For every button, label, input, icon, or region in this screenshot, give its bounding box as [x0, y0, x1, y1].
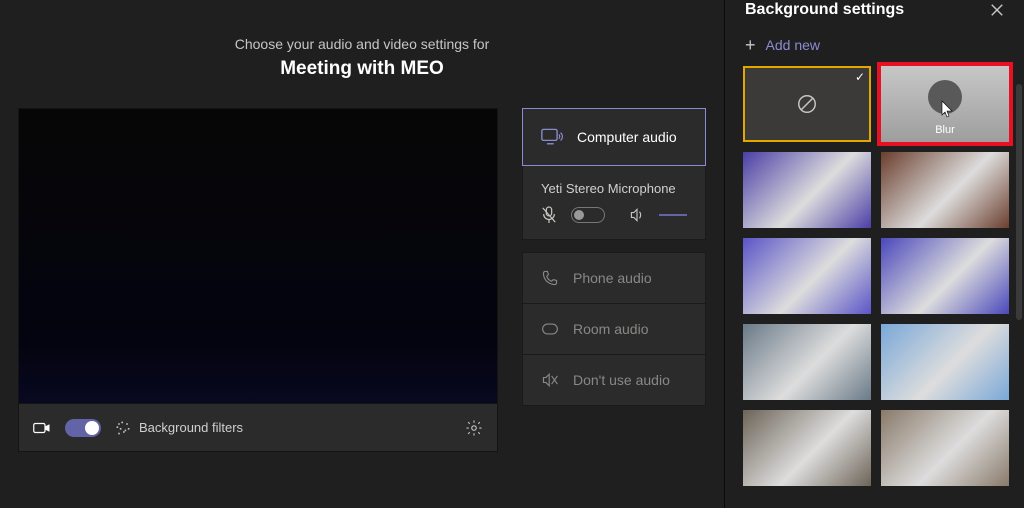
mic-off-icon[interactable]	[541, 206, 557, 224]
bg-image	[881, 152, 1009, 228]
audio-option-phone[interactable]: Phone audio	[522, 252, 706, 304]
background-grid: ✓ Blur	[725, 66, 1024, 496]
bg-tile-bedroom[interactable]	[881, 410, 1009, 486]
volume-slider[interactable]	[659, 214, 687, 216]
blur-label: Blur	[935, 124, 955, 136]
bg-image	[743, 324, 871, 400]
phone-icon	[541, 269, 559, 287]
video-toolbar: Background filters	[18, 404, 498, 452]
meeting-title: Meeting with MEO	[0, 58, 724, 80]
settings-prompt: Choose your audio and video settings for	[0, 36, 724, 52]
audio-option-computer[interactable]: Computer audio	[522, 108, 706, 166]
gear-icon[interactable]	[465, 419, 483, 437]
background-settings-panel: Background settings + Add new ✓ Blur	[724, 0, 1024, 508]
bg-image	[881, 410, 1009, 486]
camera-toggle[interactable]	[65, 419, 101, 437]
audio-option-room-label: Room audio	[573, 321, 649, 337]
scrollbar[interactable]	[1016, 84, 1022, 320]
bg-tile-wood-shop[interactable]	[881, 152, 1009, 228]
bg-image	[743, 410, 871, 486]
bg-image	[881, 324, 1009, 400]
no-audio-icon	[541, 372, 559, 388]
mic-settings: Yeti Stereo Microphone	[522, 166, 706, 240]
add-new-label: Add new	[766, 37, 820, 53]
bg-tile-blur[interactable]: Blur	[881, 66, 1009, 142]
bg-tile-office-hall[interactable]	[743, 324, 871, 400]
background-filters-label: Background filters	[139, 420, 243, 435]
avatar-icon	[928, 80, 962, 114]
bg-tile-stickers-purple[interactable]	[881, 238, 1009, 314]
video-preview	[18, 108, 498, 404]
room-audio-icon	[541, 321, 559, 337]
speaker-icon[interactable]	[629, 207, 645, 223]
bg-image	[743, 152, 871, 228]
add-new-button[interactable]: + Add new	[725, 20, 1024, 66]
close-icon[interactable]	[990, 3, 1004, 17]
bg-image	[743, 238, 871, 314]
check-icon: ✓	[855, 70, 865, 84]
bg-tile-pier-beach[interactable]	[881, 324, 1009, 400]
panel-header: Background settings	[725, 0, 1024, 20]
audio-option-none-label: Don't use audio	[573, 372, 670, 388]
plus-icon: +	[745, 36, 756, 54]
video-column: Background filters	[18, 108, 498, 452]
mic-device-label: Yeti Stereo Microphone	[541, 181, 687, 196]
panel-title: Background settings	[745, 1, 904, 19]
bg-tile-pantone-purple[interactable]	[743, 238, 871, 314]
audio-options: Computer audio Yeti Stereo Microphone	[522, 108, 706, 452]
bg-image	[881, 238, 1009, 314]
prejoin-area: Choose your audio and video settings for…	[0, 0, 724, 508]
computer-audio-icon	[541, 127, 563, 147]
audio-option-phone-label: Phone audio	[573, 270, 652, 286]
bg-tile-loft[interactable]	[743, 410, 871, 486]
audio-option-room[interactable]: Room audio	[522, 303, 706, 355]
audio-option-computer-label: Computer audio	[577, 129, 677, 145]
background-filters-button[interactable]: Background filters	[115, 420, 451, 436]
sparkle-icon	[115, 420, 131, 436]
bg-tile-room-purple[interactable]	[743, 152, 871, 228]
mic-toggle[interactable]	[571, 207, 605, 223]
camera-icon	[33, 421, 51, 435]
bg-tile-none[interactable]: ✓	[743, 66, 871, 142]
audio-option-none[interactable]: Don't use audio	[522, 354, 706, 406]
